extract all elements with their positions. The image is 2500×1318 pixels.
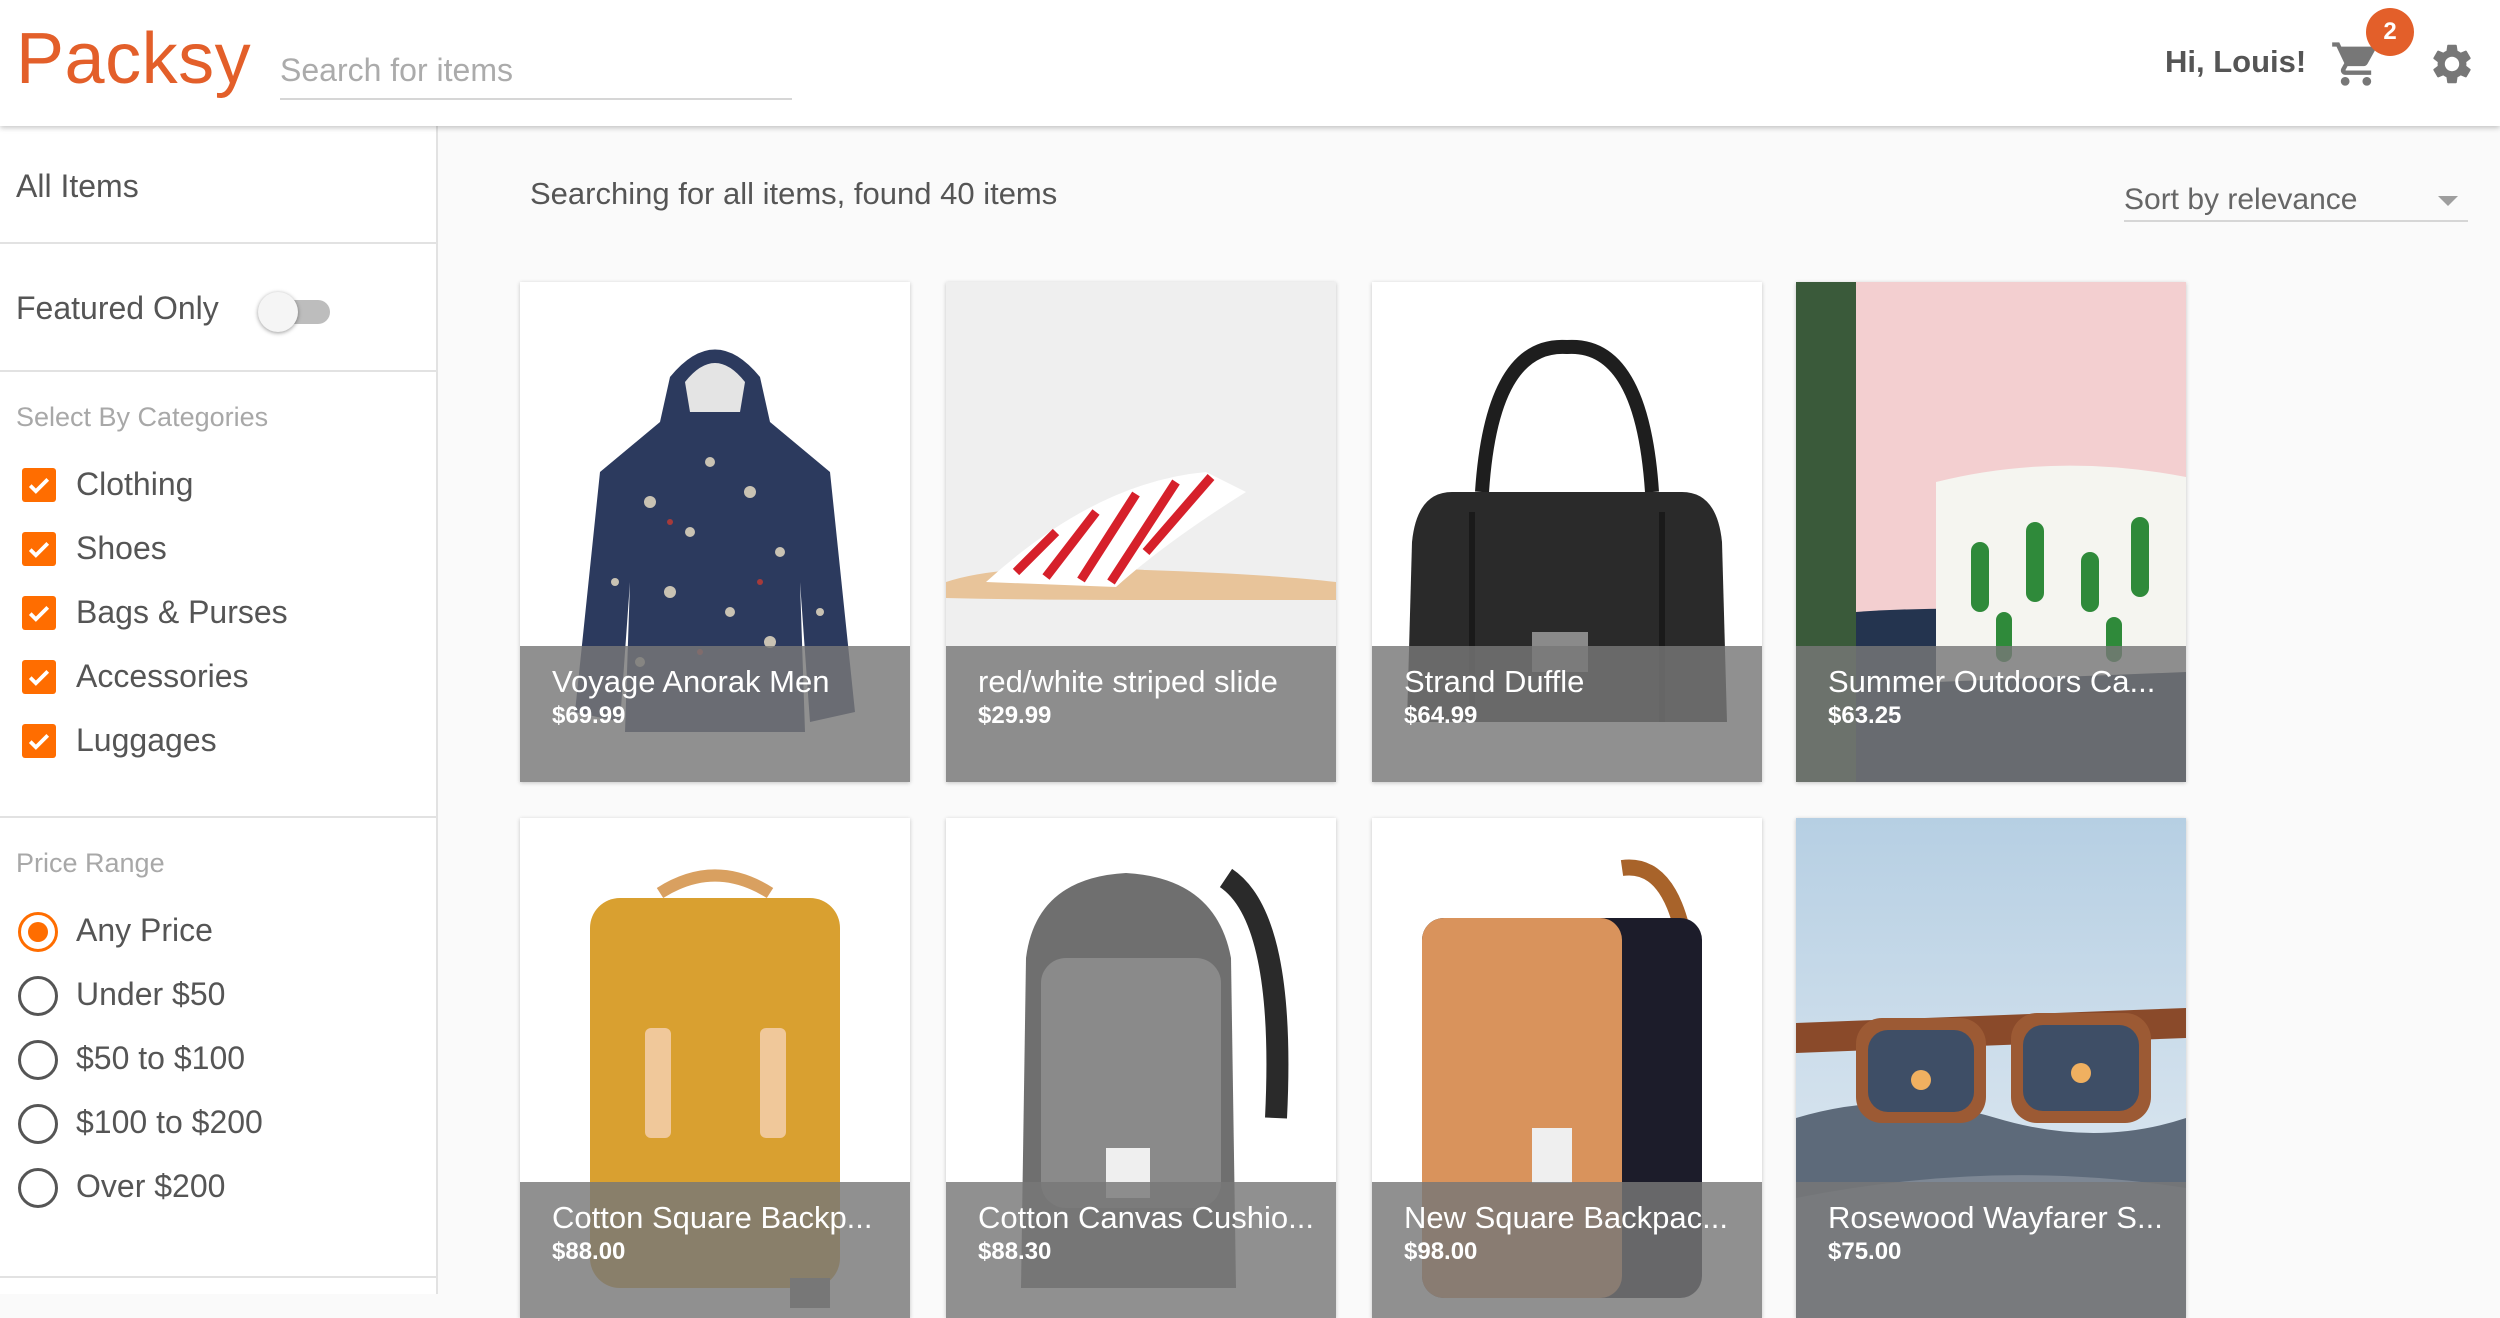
product-title: Summer Outdoors Ca... bbox=[1828, 664, 2156, 699]
category-label: Shoes bbox=[76, 530, 167, 566]
search-result-summary: Searching for all items, found 40 items bbox=[530, 176, 1058, 211]
radio-unselected[interactable] bbox=[18, 1168, 58, 1208]
price-range-heading: Price Range bbox=[16, 848, 165, 878]
price-option-label: $50 to $100 bbox=[76, 1040, 246, 1076]
chevron-down-icon bbox=[2438, 196, 2458, 206]
checkbox-checked[interactable] bbox=[22, 596, 56, 630]
product-price: $88.30 bbox=[978, 1238, 1052, 1265]
cart-count-badge: 2 bbox=[2366, 8, 2414, 56]
sort-dropdown[interactable]: Sort by relevance bbox=[2124, 178, 2468, 222]
sort-selected-value: Sort by relevance bbox=[2124, 183, 2358, 216]
product-price: $29.99 bbox=[978, 702, 1052, 729]
product-price: $88.00 bbox=[552, 1238, 626, 1265]
radio-unselected[interactable] bbox=[18, 976, 58, 1016]
category-label: Accessories bbox=[76, 658, 249, 694]
featured-only-toggle[interactable] bbox=[258, 290, 332, 332]
price-filter: Price Range Any Price Under $50 $50 to $… bbox=[0, 818, 438, 1278]
product-card[interactable]: Voyage Anorak Men $69.99 bbox=[520, 282, 910, 782]
checkbox-checked[interactable] bbox=[22, 532, 56, 566]
toggle-thumb bbox=[258, 292, 298, 332]
product-title: Cotton Square Backp... bbox=[552, 1200, 873, 1235]
all-items-link[interactable]: All Items bbox=[0, 126, 438, 244]
product-title: New Square Backpac... bbox=[1404, 1200, 1728, 1235]
featured-only-label: Featured Only bbox=[16, 290, 219, 326]
categories-heading: Select By Categories bbox=[16, 402, 269, 432]
checkbox-checked[interactable] bbox=[22, 660, 56, 694]
featured-filter: Featured Only bbox=[0, 244, 438, 372]
user-greeting: Hi, Louis! bbox=[2165, 44, 2307, 79]
category-label: Bags & Purses bbox=[76, 594, 288, 630]
product-card[interactable]: Rosewood Wayfarer S... $75.00 bbox=[1796, 818, 2186, 1318]
product-card[interactable]: Cotton Canvas Cushio... $88.30 bbox=[946, 818, 1336, 1318]
product-card[interactable]: Summer Outdoors Ca... $63.25 bbox=[1796, 282, 2186, 782]
radio-selected[interactable] bbox=[18, 912, 58, 952]
product-price: $64.99 bbox=[1404, 702, 1478, 729]
product-price: $75.00 bbox=[1828, 1238, 1902, 1265]
gear-icon[interactable] bbox=[2428, 38, 2476, 90]
search-bar[interactable] bbox=[280, 42, 792, 100]
product-card[interactable]: New Square Backpac... $98.00 bbox=[1372, 818, 1762, 1318]
price-option-label: Over $200 bbox=[76, 1168, 226, 1204]
product-price: $69.99 bbox=[552, 702, 626, 729]
product-title: Strand Duffle bbox=[1404, 664, 1585, 699]
app-header: Packsy Hi, Louis! 2 bbox=[0, 0, 2500, 126]
checkbox-checked[interactable] bbox=[22, 468, 56, 502]
filter-sidebar: All Items Featured Only Select By Catego… bbox=[0, 126, 438, 1294]
product-price: $98.00 bbox=[1404, 1238, 1478, 1265]
checkbox-checked[interactable] bbox=[22, 724, 56, 758]
product-card[interactable]: Cotton Square Backp... $88.00 bbox=[520, 818, 910, 1318]
radio-unselected[interactable] bbox=[18, 1040, 58, 1080]
product-title: Rosewood Wayfarer S... bbox=[1828, 1200, 2163, 1235]
product-price: $63.25 bbox=[1828, 702, 1902, 729]
product-card[interactable]: red/white striped slide $29.99 bbox=[946, 282, 1336, 782]
product-card[interactable]: Strand Duffle $64.99 bbox=[1372, 282, 1762, 782]
product-title: Voyage Anorak Men bbox=[552, 664, 830, 699]
price-option-label: Under $50 bbox=[76, 976, 226, 1012]
app-logo[interactable]: Packsy bbox=[16, 18, 251, 100]
product-title: Cotton Canvas Cushio... bbox=[978, 1200, 1315, 1235]
all-items-label: All Items bbox=[16, 168, 139, 204]
category-filter: Select By Categories Clothing Shoes Bags… bbox=[0, 372, 438, 818]
product-title: red/white striped slide bbox=[978, 664, 1278, 699]
price-option-label: Any Price bbox=[76, 912, 213, 948]
category-label: Luggages bbox=[76, 722, 217, 758]
price-option-label: $100 to $200 bbox=[76, 1104, 263, 1140]
radio-unselected[interactable] bbox=[18, 1104, 58, 1144]
category-label: Clothing bbox=[76, 466, 194, 502]
search-input[interactable] bbox=[280, 42, 792, 98]
